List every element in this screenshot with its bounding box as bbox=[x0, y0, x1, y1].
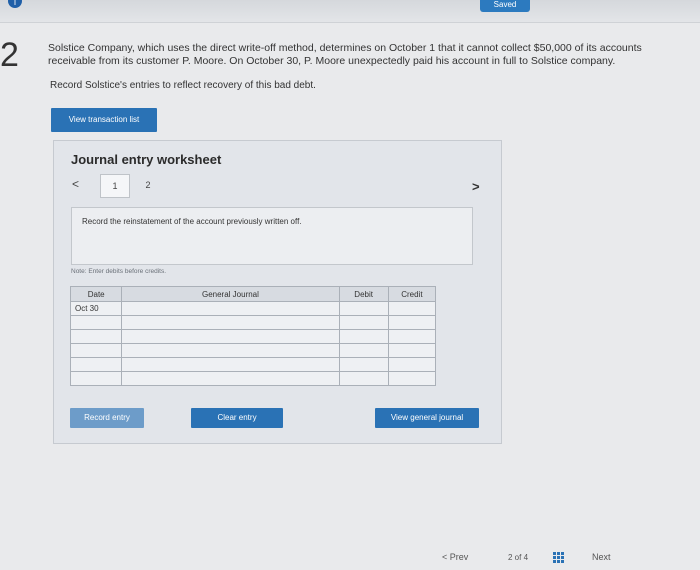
credit-cell[interactable] bbox=[387, 315, 437, 330]
account-cell[interactable] bbox=[121, 357, 340, 372]
credit-cell[interactable] bbox=[387, 329, 437, 344]
date-cell[interactable] bbox=[69, 315, 123, 330]
table-row: Oct 30 bbox=[69, 301, 437, 316]
date-cell[interactable] bbox=[69, 371, 123, 386]
entry-description-box: Record the reinstatement of the account … bbox=[71, 207, 473, 265]
column-header-general-journal: General Journal bbox=[121, 286, 340, 302]
date-cell[interactable] bbox=[69, 357, 123, 372]
clear-entry-button[interactable]: Clear entry bbox=[191, 408, 283, 428]
account-cell[interactable] bbox=[121, 315, 340, 330]
saved-indicator: Saved bbox=[480, 0, 530, 12]
date-cell[interactable] bbox=[69, 343, 123, 358]
question-prompt: Solstice Company, which uses the direct … bbox=[48, 42, 642, 67]
account-cell[interactable] bbox=[121, 343, 340, 358]
table-row bbox=[69, 371, 437, 386]
table-row bbox=[69, 357, 437, 372]
credit-cell[interactable] bbox=[387, 343, 437, 358]
view-general-journal-button[interactable]: View general journal bbox=[375, 408, 479, 428]
credit-cell[interactable] bbox=[387, 371, 437, 386]
date-cell[interactable] bbox=[69, 329, 123, 344]
grid-icon[interactable] bbox=[553, 552, 565, 563]
debit-cell[interactable] bbox=[338, 301, 389, 316]
debit-cell[interactable] bbox=[338, 357, 389, 372]
question-number: 2 bbox=[0, 36, 19, 74]
column-header-date: Date bbox=[69, 286, 123, 302]
journal-entry-worksheet: Journal entry worksheet < 1 2 > Record t… bbox=[53, 140, 502, 444]
table-row bbox=[69, 329, 437, 344]
worksheet-title: Journal entry worksheet bbox=[71, 152, 222, 167]
credit-cell[interactable] bbox=[387, 357, 437, 372]
chevron-right-icon[interactable]: > bbox=[472, 179, 480, 194]
top-bar: i Saved bbox=[0, 0, 700, 23]
record-entry-button[interactable]: Record entry bbox=[70, 408, 144, 428]
table-row bbox=[69, 343, 437, 358]
chevron-left-icon[interactable]: < bbox=[72, 177, 79, 191]
next-button[interactable]: Next bbox=[592, 552, 611, 562]
tab-2[interactable]: 2 bbox=[134, 174, 162, 196]
column-header-credit: Credit bbox=[387, 286, 437, 302]
entry-description: Record the reinstatement of the account … bbox=[82, 217, 302, 226]
page-status: 2 of 4 bbox=[508, 553, 529, 562]
question-instruction: Record Solstice's entries to reflect rec… bbox=[50, 80, 316, 91]
debit-cell[interactable] bbox=[338, 329, 389, 344]
column-header-debit: Debit bbox=[338, 286, 389, 302]
debit-cell[interactable] bbox=[338, 315, 389, 330]
table-row bbox=[69, 315, 437, 330]
prev-button[interactable]: < Prev bbox=[442, 552, 468, 562]
debit-cell[interactable] bbox=[338, 343, 389, 358]
account-cell[interactable] bbox=[121, 329, 340, 344]
chevron-left-icon: < bbox=[442, 552, 448, 562]
account-cell[interactable] bbox=[121, 301, 340, 316]
account-cell[interactable] bbox=[121, 371, 340, 386]
journal-table: Date General Journal Debit Credit Oct 30 bbox=[69, 286, 437, 386]
worksheet-note: Note: Enter debits before credits. bbox=[71, 268, 167, 275]
debit-cell[interactable] bbox=[338, 371, 389, 386]
credit-cell[interactable] bbox=[387, 301, 437, 316]
date-cell[interactable]: Oct 30 bbox=[69, 301, 123, 316]
prev-label: Prev bbox=[449, 552, 469, 562]
tab-1[interactable]: 1 bbox=[100, 174, 130, 198]
info-icon[interactable]: i bbox=[8, 0, 22, 8]
view-transaction-list-button[interactable]: View transaction list bbox=[51, 108, 157, 132]
